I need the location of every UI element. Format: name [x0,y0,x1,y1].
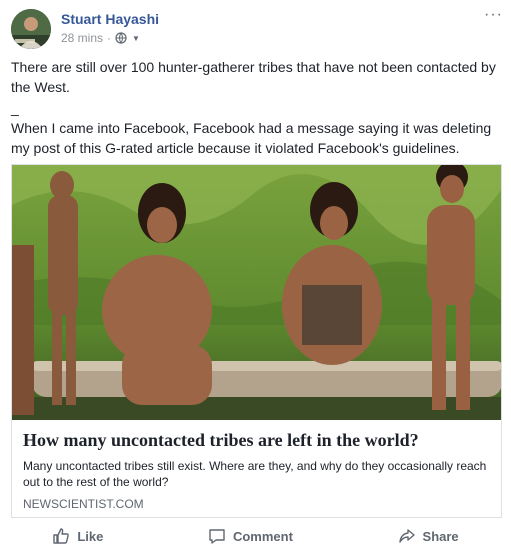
post-options-button[interactable]: ··· [484,6,503,24]
globe-icon[interactable] [115,32,127,44]
meta-separator: · [107,31,112,45]
post-text-line: When I came into Facebook, Facebook had … [11,120,492,156]
timestamp[interactable]: 28 mins [61,31,103,45]
privacy-dropdown-icon[interactable]: ▼ [132,34,140,43]
comment-icon [209,529,225,544]
post-text: There are still over 100 hunter-gatherer… [11,57,503,158]
share-label: Share [422,528,459,544]
comment-label: Comment [232,528,293,544]
link-preview-card[interactable]: How many uncontacted tribes are left in … [11,164,502,518]
avatar-image [11,9,51,49]
link-preview-image[interactable] [12,165,501,420]
facebook-post: Stuart Hayashi 28 mins · ▼ ··· There are… [0,0,511,544]
link-title[interactable]: How many uncontacted tribes are left in … [23,430,493,451]
author-name[interactable]: Stuart Hayashi [61,11,159,27]
post-text-separator: _ [11,100,19,116]
link-description: Many uncontacted tribes still exist. Whe… [23,459,487,489]
avatar[interactable] [11,9,51,49]
link-domain: NEWSCIENTIST.COM [23,497,144,511]
comment-button[interactable]: Comment [208,526,293,546]
like-button[interactable]: Like [52,526,103,546]
share-icon [398,529,415,543]
like-label: Like [77,528,104,544]
share-button[interactable]: Share [398,526,459,546]
thumbs-up-icon [53,528,70,544]
post-text-line: There are still over 100 hunter-gatherer… [11,59,496,95]
post-actions: Like Comment Share [0,526,511,546]
post-meta: 28 mins · ▼ [61,31,140,45]
